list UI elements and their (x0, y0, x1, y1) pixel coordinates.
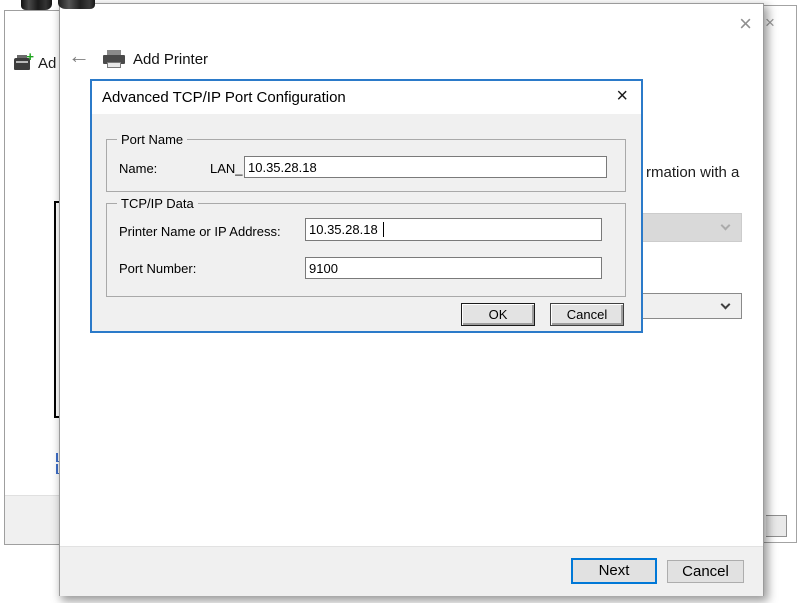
dialog-cancel-button[interactable]: Cancel (550, 303, 624, 326)
port-number-label: Port Number: (119, 261, 196, 276)
cancel-button[interactable]: Cancel (667, 560, 744, 583)
chevron-down-icon (721, 221, 731, 231)
printer-icon (103, 50, 125, 69)
screen: + Ad × × ← Add Printer rmation with a Ne… (0, 0, 807, 603)
ip-address-input[interactable] (305, 218, 602, 241)
photo-fragment-right (58, 0, 95, 9)
port-name-input[interactable] (244, 156, 607, 178)
name-label: Name: (119, 161, 157, 176)
chevron-down-icon (721, 300, 731, 310)
dialog-title: Advanced TCP/IP Port Configuration (102, 89, 346, 106)
plus-icon: + (26, 50, 34, 63)
ok-button[interactable]: OK (461, 303, 535, 326)
right-background-window: × (763, 5, 797, 543)
port-number-input[interactable] (305, 257, 602, 279)
ip-address-label: Printer Name or IP Address: (119, 224, 281, 239)
background-window-title: Ad (38, 55, 56, 72)
partial-instruction-text: rmation with a (646, 164, 739, 181)
close-icon[interactable]: × (765, 14, 775, 31)
wizard-footer (60, 546, 763, 596)
wizard-title: Add Printer (133, 51, 208, 68)
next-button[interactable]: Next (571, 558, 657, 584)
advanced-tcpip-port-dialog: Advanced TCP/IP Port Configuration × Por… (90, 79, 643, 333)
port-name-legend: Port Name (117, 132, 187, 147)
button-fragment[interactable] (766, 515, 787, 537)
photo-fragment-left (21, 0, 52, 10)
close-icon[interactable]: × (739, 13, 752, 35)
lan-prefix: LAN_ (210, 161, 243, 176)
text-caret (383, 222, 384, 237)
add-printer-plus-icon: + (14, 54, 34, 71)
close-icon[interactable]: × (616, 86, 628, 106)
back-arrow-icon[interactable]: ← (68, 45, 90, 67)
tcpip-data-legend: TCP/IP Data (117, 196, 198, 211)
printer-paper (107, 62, 121, 68)
